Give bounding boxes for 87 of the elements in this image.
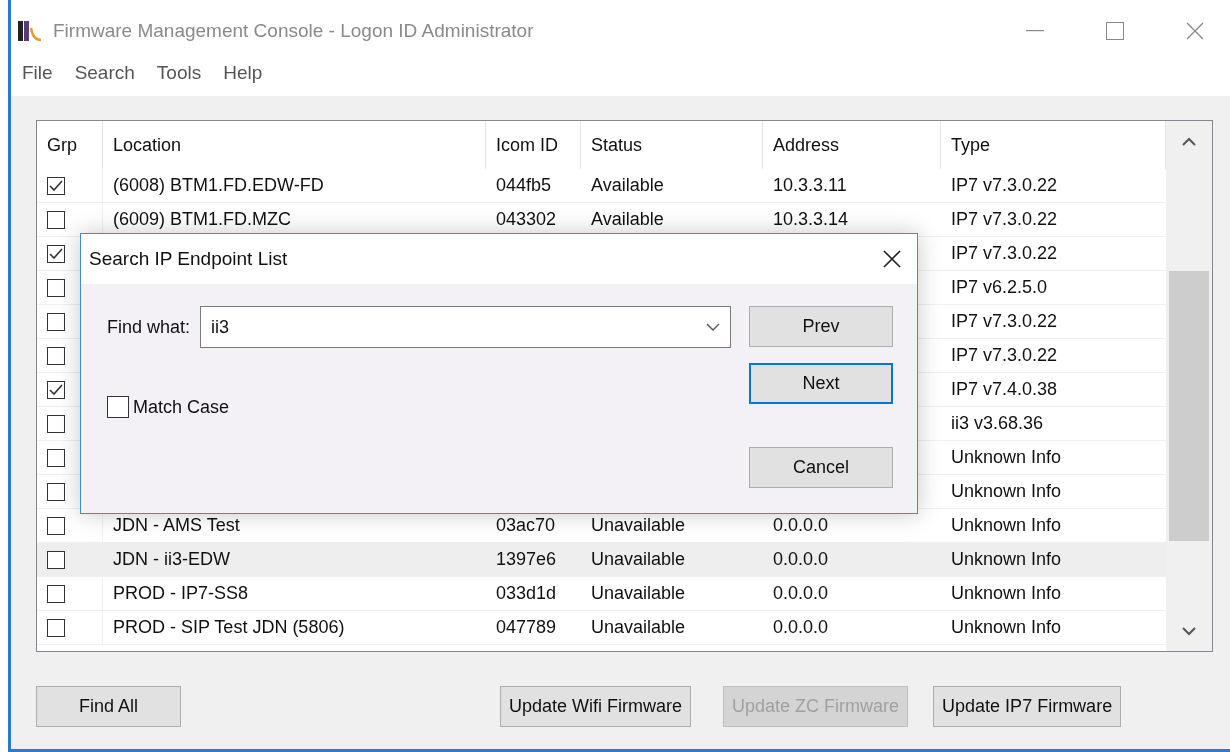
table-cell: IP7 v7.3.0.22 <box>951 243 1058 264</box>
dialog-button[interactable]: Cancel <box>749 447 893 488</box>
table-cell: 10.3.3.11 <box>773 175 847 196</box>
menu-item[interactable]: Tools <box>153 62 205 84</box>
table-cell: IP7 v7.3.0.22 <box>951 345 1058 366</box>
scrollbar[interactable] <box>1166 121 1212 651</box>
table-cell: 0.0.0.0 <box>773 515 829 536</box>
scroll-down-icon[interactable] <box>1182 626 1196 636</box>
checkbox[interactable] <box>47 244 65 263</box>
checkbox[interactable] <box>47 482 65 501</box>
table-cell: Unknown Info <box>951 447 1062 468</box>
table-cell: IP7 v6.2.5.0 <box>951 277 1048 298</box>
column-header[interactable]: Icom ID <box>486 121 581 169</box>
checkbox[interactable] <box>47 550 65 569</box>
column-header[interactable]: Grp <box>37 121 103 169</box>
table-cell: Unknown Info <box>951 617 1062 638</box>
table-cell: Unavailable <box>591 583 686 604</box>
checkbox[interactable] <box>107 396 129 418</box>
table-cell: Unknown Info <box>951 549 1062 570</box>
close-icon <box>1186 22 1204 40</box>
scrollbar-thumb[interactable] <box>1169 271 1209 541</box>
table-cell: 047789 <box>496 617 557 638</box>
window-title: Firmware Management Console - Logon ID Administrator <box>53 20 535 42</box>
table-cell: 1397e6 <box>496 549 557 570</box>
find-field[interactable]: ii3 <box>200 306 731 348</box>
list-row[interactable]: JDN - ii3-EDW 1397e6 Unavailable 0.0.0.0 Unknown Info <box>37 543 1166 577</box>
dropdown-caret-icon[interactable] <box>706 323 720 331</box>
table-cell: 043302 <box>496 209 557 230</box>
table-cell: Available <box>591 175 664 196</box>
checkbox[interactable] <box>47 278 65 297</box>
close-icon <box>882 249 902 269</box>
table-cell: PROD - IP7-SS8 <box>113 583 249 604</box>
list-row[interactable]: (6008) BTM1.FD.EDW-FD 044fb5 Available 10.3.3.11 IP7 v7.3.0.22 <box>37 169 1166 203</box>
table-cell: JDN - AMS Test <box>113 515 240 536</box>
action-button[interactable]: Update Wifi Firmware <box>500 686 692 727</box>
table-cell: Unavailable <box>591 515 686 536</box>
table-cell: (6008) BTM1.FD.EDW-FD <box>113 175 324 196</box>
table-cell: Unavailable <box>591 549 686 570</box>
checkbox[interactable] <box>47 210 65 229</box>
table-cell: 10.3.3.14 <box>773 209 849 230</box>
table-cell: 0.0.0.0 <box>773 549 829 570</box>
table-cell: Unknown Info <box>951 481 1062 502</box>
table-cell: Unavailable <box>591 617 686 638</box>
find-label: Find what: <box>107 316 191 338</box>
column-header[interactable]: Status <box>581 121 763 169</box>
checkbox[interactable] <box>47 312 65 331</box>
minimize-icon <box>1026 30 1044 32</box>
action-button[interactable]: Find All <box>36 686 181 727</box>
table-cell: IP7 v7.3.0.22 <box>951 175 1058 196</box>
action-button[interactable]: Update IP7 Firmware <box>933 686 1122 727</box>
table-cell: IP7 v7.4.0.38 <box>951 379 1058 400</box>
menu-item[interactable]: Help <box>220 62 266 84</box>
checkbox[interactable] <box>47 448 65 467</box>
list-row[interactable]: PROD - IP7-SS8 033d1d Unavailable 0.0.0.0 Unknown Info <box>37 577 1166 611</box>
table-cell: ii3 v3.68.36 <box>951 413 1044 434</box>
column-header[interactable]: Location <box>103 121 486 169</box>
maximize-icon <box>1106 22 1124 40</box>
table-cell: 03ac70 <box>496 515 556 536</box>
table-cell: 033d1d <box>496 583 557 604</box>
table-cell: IP7 v7.3.0.22 <box>951 209 1058 230</box>
list-row[interactable]: PROD - SIP Test JDN (5806) 047789 Unavailable 0.0.0.0 Unknown Info <box>37 611 1166 645</box>
column-header[interactable]: Address <box>763 121 941 169</box>
checkbox-label: Match Case <box>133 396 230 418</box>
table-cell: (6009) BTM1.FD.MZC <box>113 209 292 230</box>
dialog-button[interactable]: Next <box>749 363 893 404</box>
checkbox[interactable] <box>47 380 65 399</box>
checkbox[interactable] <box>47 584 65 603</box>
table-cell: Unknown Info <box>951 515 1062 536</box>
table-cell: JDN - ii3-EDW <box>113 549 230 570</box>
dialog-button[interactable]: Prev <box>749 306 893 347</box>
table-cell: Available <box>591 209 664 230</box>
scroll-up-icon[interactable] <box>1182 136 1196 146</box>
dialog-title: Search IP Endpoint List <box>89 248 288 270</box>
table-cell: PROD - SIP Test JDN (5806) <box>113 617 345 638</box>
checkbox[interactable] <box>47 346 65 365</box>
menu-item[interactable]: Search <box>71 62 138 84</box>
app-icon <box>17 18 43 44</box>
menu-item[interactable]: File <box>19 62 56 84</box>
table-cell: IP7 v7.3.0.22 <box>951 311 1058 332</box>
table-cell: Unknown Info <box>951 583 1062 604</box>
table-cell: 0.0.0.0 <box>773 583 829 604</box>
checkbox[interactable] <box>47 414 65 433</box>
table-cell: 0.0.0.0 <box>773 617 829 638</box>
checkbox[interactable] <box>47 176 65 195</box>
checkbox[interactable] <box>47 618 65 637</box>
table-cell: 044fb5 <box>496 175 552 196</box>
checkbox[interactable] <box>47 516 65 535</box>
